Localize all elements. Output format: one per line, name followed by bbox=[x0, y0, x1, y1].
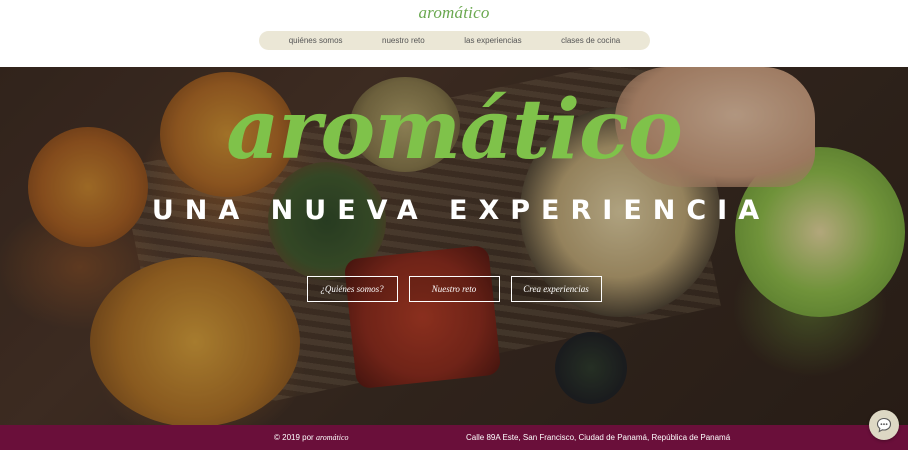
nuestro-reto-button[interactable]: Nuestro reto bbox=[408, 276, 500, 302]
footer-copyright: © 2019 por aromático bbox=[274, 433, 349, 442]
crea-experiencias-button[interactable]: Crea experiencias bbox=[510, 276, 602, 302]
nav-item-clases-de-cocina[interactable]: clases de cocina bbox=[561, 36, 620, 45]
chat-button[interactable] bbox=[869, 410, 899, 440]
nav-item-quienes-somos[interactable]: quiénes somos bbox=[289, 36, 343, 45]
hero-section: aromático UNA NUEVA EXPERIENCIA ¿Quiénes… bbox=[0, 67, 908, 425]
site-logo[interactable]: aromático bbox=[0, 3, 908, 23]
nav-item-nuestro-reto[interactable]: nuestro reto bbox=[382, 36, 425, 45]
site-footer: © 2019 por aromático Calle 89A Este, San… bbox=[0, 425, 908, 450]
site-header: aromático quiénes somos nuestro reto las… bbox=[0, 0, 908, 67]
hero-background-plate bbox=[555, 332, 627, 404]
main-nav: quiénes somos nuestro reto las experienc… bbox=[259, 31, 650, 50]
hero-title: aromático bbox=[226, 82, 683, 178]
hero-button-row: ¿Quiénes somos? Nuestro reto Crea experi… bbox=[0, 276, 908, 302]
footer-copyright-prefix: © 2019 por bbox=[274, 433, 314, 442]
footer-address: Calle 89A Este, San Francisco, Ciudad de… bbox=[466, 433, 731, 442]
chat-bubble-icon bbox=[876, 417, 892, 433]
quienes-somos-button[interactable]: ¿Quiénes somos? bbox=[306, 276, 398, 302]
hero-subtitle: UNA NUEVA EXPERIENCIA bbox=[151, 195, 771, 226]
footer-copyright-brand: aromático bbox=[315, 433, 349, 442]
nav-item-las-experiencias[interactable]: las experiencias bbox=[464, 36, 521, 45]
hero-background-plate bbox=[343, 244, 502, 390]
